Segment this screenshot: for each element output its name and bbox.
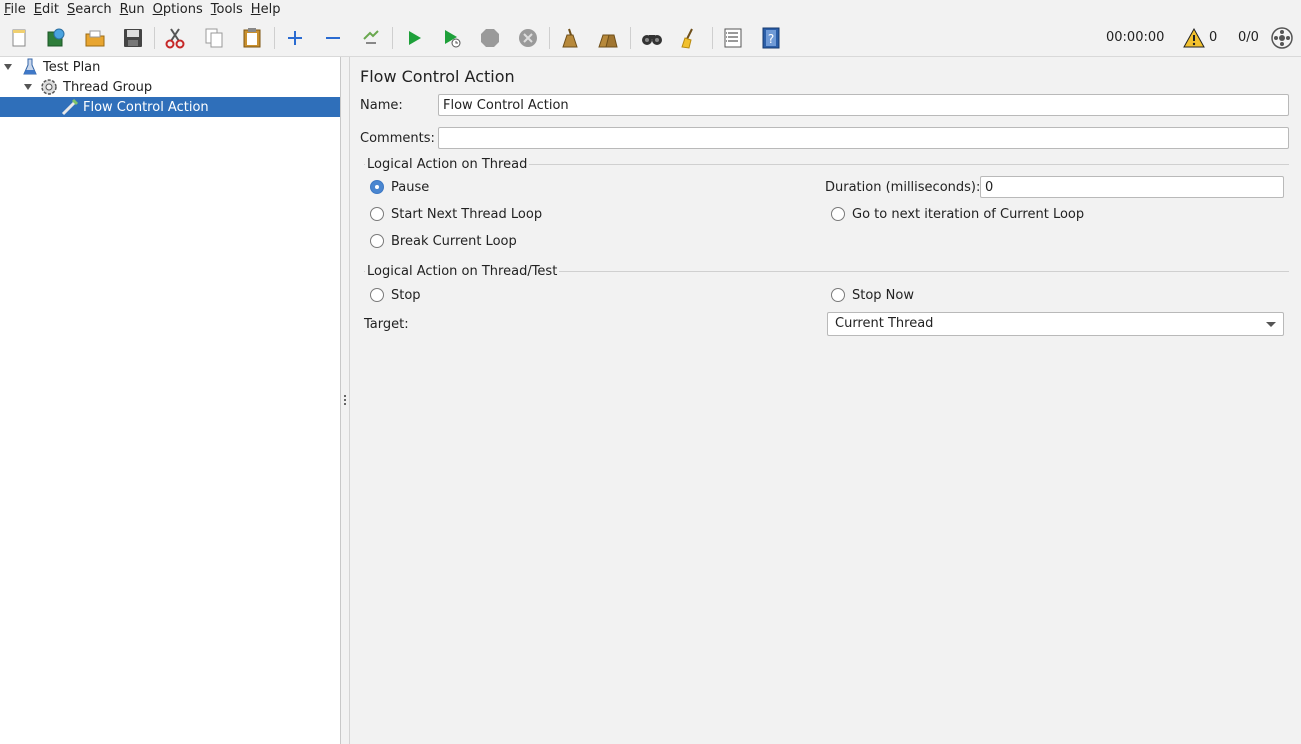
target-label: Target: (364, 317, 409, 332)
tree-item-test-plan[interactable]: Test Plan (0, 57, 340, 77)
start-no-pauses-icon[interactable] (439, 25, 465, 51)
menu-run[interactable]: Run (116, 0, 149, 19)
pause-radio[interactable] (370, 180, 384, 194)
stop-radio[interactable] (370, 288, 384, 302)
tree-item-label: Test Plan (43, 59, 101, 75)
clear-icon[interactable] (557, 25, 583, 51)
tree-item-label: Flow Control Action (83, 99, 209, 115)
start-next-thread-loop-radio[interactable] (370, 207, 384, 221)
save-icon[interactable] (120, 25, 146, 51)
pause-label: Pause (391, 180, 430, 195)
toggle-icon[interactable] (358, 25, 384, 51)
tree-item-label: Thread Group (63, 79, 153, 95)
copy-icon[interactable] (201, 25, 227, 51)
duration-field[interactable] (980, 176, 1284, 198)
paste-icon[interactable] (239, 25, 265, 51)
stop-now-radio[interactable] (831, 288, 845, 302)
expand-arrow-icon[interactable] (4, 64, 12, 70)
chevron-down-icon (1266, 322, 1276, 327)
templates-icon[interactable] (43, 25, 69, 51)
stop-now-label: Stop Now (852, 288, 914, 303)
name-label: Name: (360, 98, 403, 113)
new-icon[interactable] (6, 25, 32, 51)
comments-field[interactable] (438, 127, 1289, 149)
break-current-loop-label: Break Current Loop (391, 234, 517, 249)
menu-search[interactable]: Search (63, 0, 116, 19)
start-next-thread-loop-label: Start Next Thread Loop (391, 207, 543, 222)
search-icon[interactable] (639, 25, 665, 51)
menu-options[interactable]: Options (149, 0, 207, 19)
name-field[interactable] (438, 94, 1289, 116)
target-selected-value: Current Thread (835, 316, 934, 331)
grip-icon (344, 395, 346, 407)
reset-search-icon[interactable] (677, 25, 703, 51)
menu-help[interactable]: Help (247, 0, 285, 19)
test-plan-tree: Test Plan Thread Group Flow Control Acti… (0, 57, 341, 744)
clear-all-icon[interactable] (595, 25, 621, 51)
remote-status-icon[interactable] (1269, 25, 1295, 51)
break-current-loop-radio[interactable] (370, 234, 384, 248)
menu-tools[interactable]: Tools (207, 0, 247, 19)
open-icon[interactable] (82, 25, 108, 51)
thread-group-icon (40, 78, 58, 96)
thread-count: 0/0 (1238, 30, 1259, 45)
page-title: Flow Control Action (360, 67, 515, 86)
duration-label: Duration (milliseconds): (825, 180, 981, 195)
flow-control-action-panel: Flow Control Action Name: Comments: Logi… (350, 57, 1301, 744)
cut-icon[interactable] (162, 25, 188, 51)
flow-control-icon (61, 98, 79, 116)
menu-file[interactable]: File (0, 0, 30, 19)
shutdown-icon[interactable] (515, 25, 541, 51)
test-plan-icon (21, 58, 39, 76)
help-icon[interactable]: ? (758, 25, 784, 51)
menu-bar: File Edit Search Run Options Tools Help (0, 0, 1301, 19)
menu-edit[interactable]: Edit (30, 0, 63, 19)
expand-arrow-icon[interactable] (24, 84, 32, 90)
stop-icon[interactable] (477, 25, 503, 51)
target-select[interactable]: Current Thread (827, 312, 1284, 336)
group-title-thread: Logical Action on Thread (365, 157, 530, 172)
collapse-icon[interactable] (320, 25, 346, 51)
go-to-next-iteration-radio[interactable] (831, 207, 845, 221)
go-to-next-iteration-label: Go to next iteration of Current Loop (852, 207, 1085, 222)
function-helper-icon[interactable] (720, 25, 746, 51)
elapsed-timer: 00:00:00 (1106, 30, 1165, 45)
split-pane-divider[interactable] (341, 57, 350, 744)
group-title-thread-test: Logical Action on Thread/Test (365, 264, 560, 279)
comments-label: Comments: (360, 131, 435, 146)
warning-count: 0 (1209, 30, 1218, 45)
stop-label: Stop (391, 288, 421, 303)
tree-item-thread-group[interactable]: Thread Group (0, 77, 340, 97)
tree-item-flow-control-action[interactable]: Flow Control Action (0, 97, 340, 117)
svg-text:?: ? (768, 32, 774, 46)
start-icon[interactable] (401, 25, 427, 51)
expand-icon[interactable] (282, 25, 308, 51)
toolbar: ? 00:00:00 0 0/0 (0, 19, 1301, 57)
warning-icon[interactable] (1181, 25, 1207, 51)
